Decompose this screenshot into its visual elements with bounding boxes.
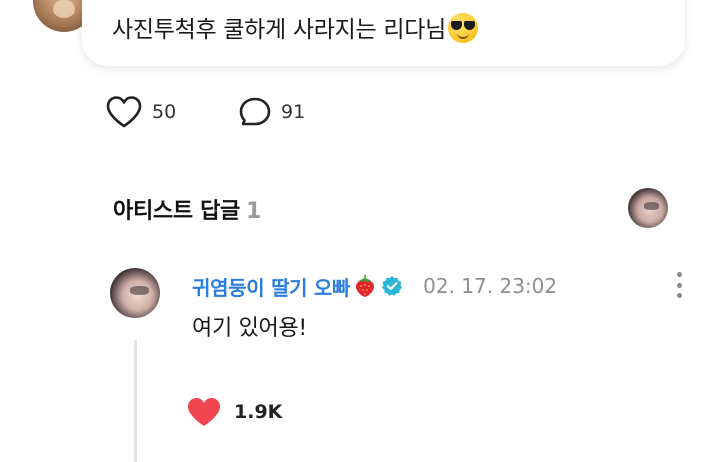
comment-author-avatar[interactable]: [110, 268, 160, 318]
more-dot-icon: [676, 293, 682, 298]
verified-badge-icon: [382, 276, 403, 296]
thread-line: [134, 340, 137, 462]
artist-replies-count: 1: [246, 199, 262, 224]
post-like-button[interactable]: 50: [105, 96, 176, 128]
avatar-face: [644, 202, 660, 210]
more-options-button[interactable]: [668, 270, 690, 300]
comment-like-button[interactable]: 1.9K: [186, 395, 282, 429]
avatar-face: [130, 286, 149, 295]
post-text-line: 사진투척후 쿨하게 사라지는 리다님: [112, 10, 478, 44]
comment-text: 여기 있어용!: [192, 316, 307, 341]
comment-like-count: 1.9K: [234, 401, 283, 423]
artist-avatar[interactable]: [628, 188, 668, 228]
comment-bubble-icon: [239, 97, 271, 126]
post-comment-count: 91: [281, 101, 306, 123]
strawberry-emoji-icon: [356, 275, 375, 297]
more-dot-icon: [676, 282, 682, 288]
artist-replies-header: 아티스트 답글 1: [113, 193, 261, 225]
artist-replies-title: 아티스트 답글: [113, 199, 240, 224]
post-text: 사진투척후 쿨하게 사라지는 리다님: [112, 17, 446, 43]
comment-header: 귀염둥이 딸기 오빠 02. 17. 23:02: [192, 270, 557, 302]
post-like-count: 50: [152, 101, 177, 123]
more-dot-icon: [676, 272, 682, 277]
comment-timestamp: 02. 17. 23:02: [423, 274, 558, 298]
heart-filled-icon: [188, 398, 220, 426]
sunglasses-emoji-icon: [447, 13, 478, 43]
heart-outline-icon: [106, 96, 142, 128]
weverse-post-comments: 사진투척후 쿨하게 사라지는 리다님 50 91 아티스트 답글 1 귀염둥이 딸…: [0, 0, 719, 462]
post-bubble: 사진투척후 쿨하게 사라지는 리다님: [82, 0, 685, 66]
comment-author-name[interactable]: 귀염둥이 딸기 오빠: [192, 272, 350, 301]
post-comment-button[interactable]: 91: [238, 96, 305, 128]
